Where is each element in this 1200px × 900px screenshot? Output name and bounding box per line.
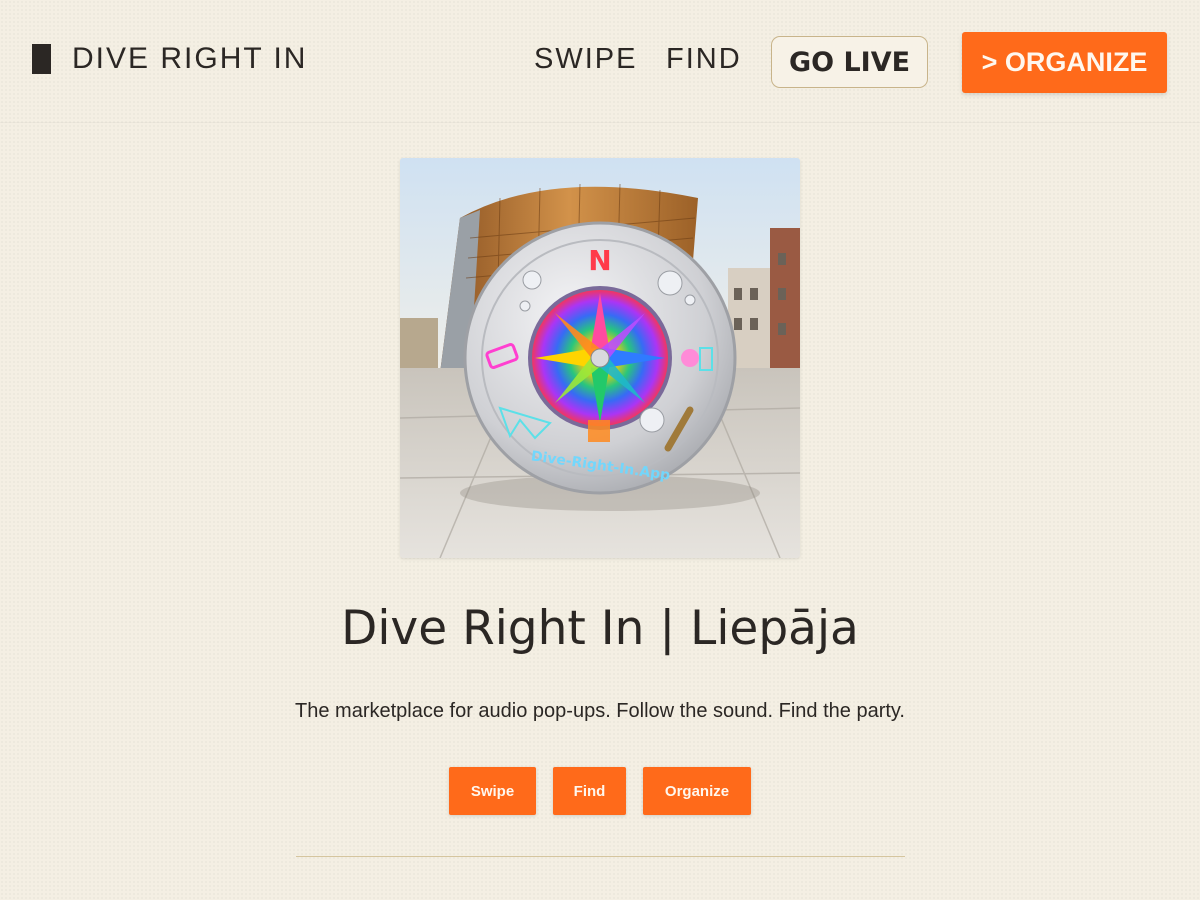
brand-name: DIVE RIGHT IN (72, 42, 308, 75)
compass-n-letter: N (588, 244, 611, 277)
brand-logo-icon (32, 44, 51, 74)
brand[interactable]: DIVE RIGHT IN (32, 44, 307, 74)
hero-image: N Dive-Right-In.App (400, 158, 800, 558)
find-button[interactable]: Find (553, 767, 626, 815)
swipe-button[interactable]: Swipe (449, 767, 536, 815)
section-divider (296, 856, 905, 857)
page-subtitle: The marketplace for audio pop-ups. Follo… (295, 700, 905, 722)
nav-swipe-link[interactable]: SWIPE (534, 43, 637, 75)
organize-cta-button[interactable]: > ORGANIZE (962, 32, 1167, 93)
go-live-button[interactable]: GO LIVE (771, 36, 928, 88)
hero-actions: Swipe Find Organize (0, 767, 1200, 815)
nav-find-link[interactable]: FIND (666, 43, 742, 75)
organize-button[interactable]: Organize (643, 767, 751, 815)
site-header: DIVE RIGHT IN SWIPE FIND GO LIVE > ORGAN… (0, 0, 1200, 123)
page-title: Dive Right In | Liepāja (341, 601, 859, 656)
hero-image-graphic: N Dive-Right-In.App (400, 158, 800, 558)
